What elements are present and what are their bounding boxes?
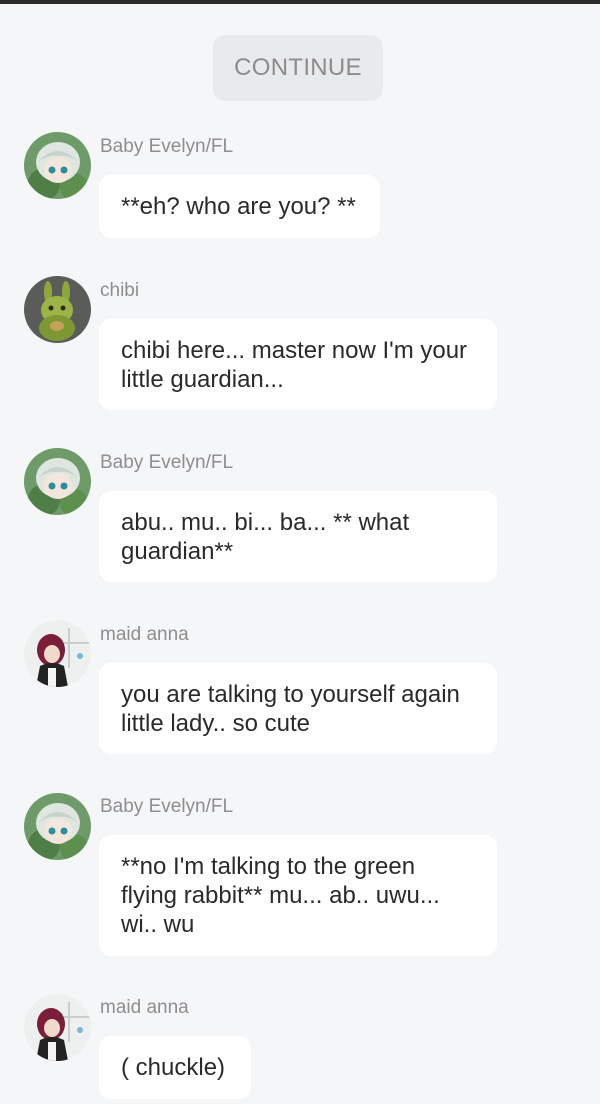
message-bubble: chibi here... master now I'm your little…	[99, 319, 497, 410]
top-status-bar	[0, 0, 600, 4]
girl-green-avatar-icon[interactable]	[24, 132, 91, 199]
sender-name: maid anna	[100, 997, 189, 1018]
girl-green-avatar-icon[interactable]	[24, 448, 91, 515]
continue-button[interactable]: CONTINUE	[213, 35, 383, 101]
message-bubble: **no I'm talking to the green flying rab…	[99, 835, 497, 956]
message-bubble: ( chuckle)	[99, 1036, 251, 1099]
sender-name: Baby Evelyn/FL	[100, 796, 234, 817]
sender-name: maid anna	[100, 624, 189, 645]
maid-avatar-icon[interactable]	[24, 620, 91, 687]
girl-green-avatar-icon[interactable]	[24, 793, 91, 860]
green-rabbit-avatar-icon[interactable]	[24, 276, 91, 343]
sender-name: Baby Evelyn/FL	[100, 452, 234, 473]
maid-avatar-icon[interactable]	[24, 994, 91, 1061]
sender-name: Baby Evelyn/FL	[100, 136, 234, 157]
message-bubble: **eh? who are you? **	[99, 175, 380, 238]
message-bubble: you are talking to yourself again little…	[99, 663, 497, 754]
message-bubble: abu.. mu.. bi... ba... ** what guardian*…	[99, 491, 497, 582]
sender-name: chibi	[100, 280, 140, 301]
